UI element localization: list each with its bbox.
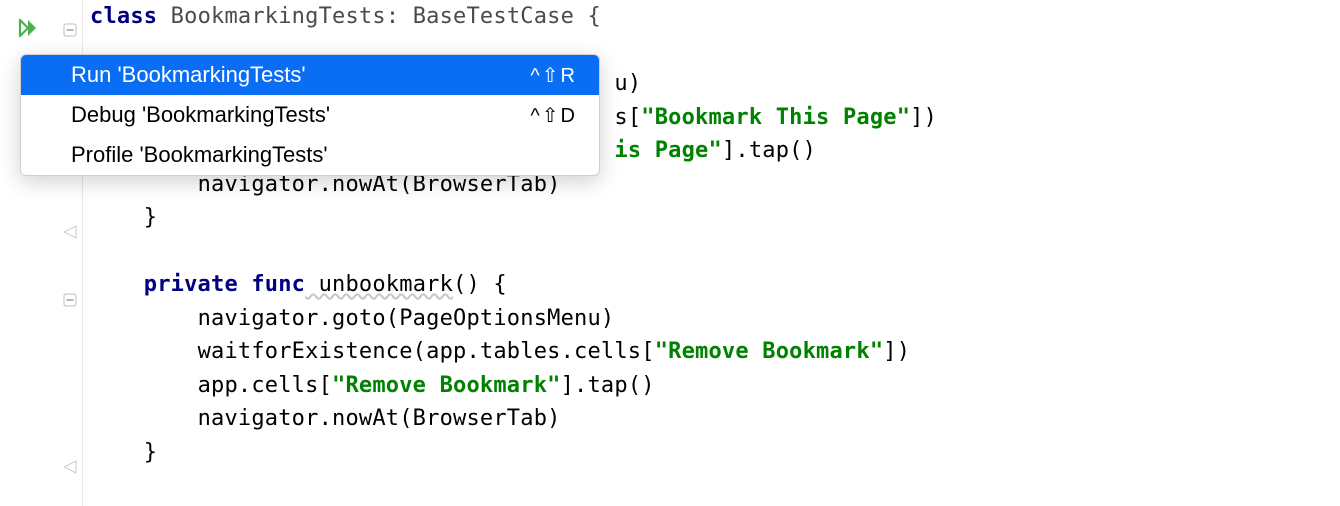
fold-toggle-icon[interactable]	[62, 292, 78, 308]
keyword-private: private	[144, 272, 238, 297]
menu-item-profile[interactable]: Profile 'BookmarkingTests'	[21, 135, 599, 175]
code-text: navigator.nowAt(BrowserTab)	[198, 406, 561, 431]
menu-label: Run 'BookmarkingTests'	[71, 62, 510, 88]
code-line: app.cells["Remove Bookmark"].tap()	[90, 369, 1340, 403]
code-text: s[	[614, 105, 641, 130]
code-line: navigator.goto(PageOptionsMenu)	[90, 302, 1340, 336]
brace-close: }	[144, 205, 157, 230]
fold-toggle-icon[interactable]	[62, 22, 78, 38]
menu-shortcut: ^⇧D	[530, 103, 577, 128]
code-text	[90, 406, 198, 431]
run-gutter-icon[interactable]	[18, 18, 40, 40]
fold-end-icon[interactable]	[62, 459, 78, 475]
function-name: unbookmark	[305, 272, 453, 297]
code-text: u)	[614, 71, 641, 96]
code-text: ])	[910, 105, 937, 130]
code-line: }	[90, 436, 1340, 470]
menu-label: Debug 'BookmarkingTests'	[71, 102, 510, 128]
class-name: BookmarkingTests	[157, 4, 386, 29]
code-text: ].tap()	[722, 138, 816, 163]
code-text	[90, 339, 198, 364]
code-text	[90, 272, 144, 297]
keyword-func: func	[238, 272, 305, 297]
keyword-class: class	[90, 4, 157, 29]
string-literal: "Remove Bookmark"	[655, 339, 884, 364]
code-line: waitforExistence(app.tables.cells["Remov…	[90, 335, 1340, 369]
base-class: : BaseTestCase {	[386, 4, 601, 29]
brace-close: }	[144, 440, 157, 465]
string-literal: "Bookmark This Page"	[641, 105, 910, 130]
code-line	[90, 235, 1340, 269]
code-text: app.cells[	[198, 373, 332, 398]
code-text	[90, 205, 144, 230]
code-text: ].tap()	[561, 373, 655, 398]
menu-shortcut: ^⇧R	[530, 63, 577, 88]
code-text: navigator.goto(PageOptionsMenu)	[198, 306, 615, 331]
code-text: waitforExistence(app.tables.cells[	[198, 339, 655, 364]
code-line: private func unbookmark() {	[90, 268, 1340, 302]
menu-item-debug[interactable]: Debug 'BookmarkingTests' ^⇧D	[21, 95, 599, 135]
code-text: ])	[883, 339, 910, 364]
context-menu: Run 'BookmarkingTests' ^⇧R Debug 'Bookma…	[20, 54, 600, 176]
fold-end-icon[interactable]	[62, 224, 78, 240]
string-literal: is Page"	[614, 138, 722, 163]
code-text	[90, 306, 198, 331]
menu-item-run[interactable]: Run 'BookmarkingTests' ^⇧R	[21, 55, 599, 95]
string-literal: "Remove Bookmark"	[332, 373, 561, 398]
menu-label: Profile 'BookmarkingTests'	[71, 142, 577, 168]
code-line: navigator.nowAt(BrowserTab)	[90, 402, 1340, 436]
code-text: () {	[453, 272, 507, 297]
code-line: }	[90, 201, 1340, 235]
code-text	[90, 440, 144, 465]
code-line: class BookmarkingTests: BaseTestCase {	[90, 0, 1340, 34]
code-editor[interactable]: class BookmarkingTests: BaseTestCase { u…	[0, 0, 1340, 506]
code-text	[90, 373, 198, 398]
